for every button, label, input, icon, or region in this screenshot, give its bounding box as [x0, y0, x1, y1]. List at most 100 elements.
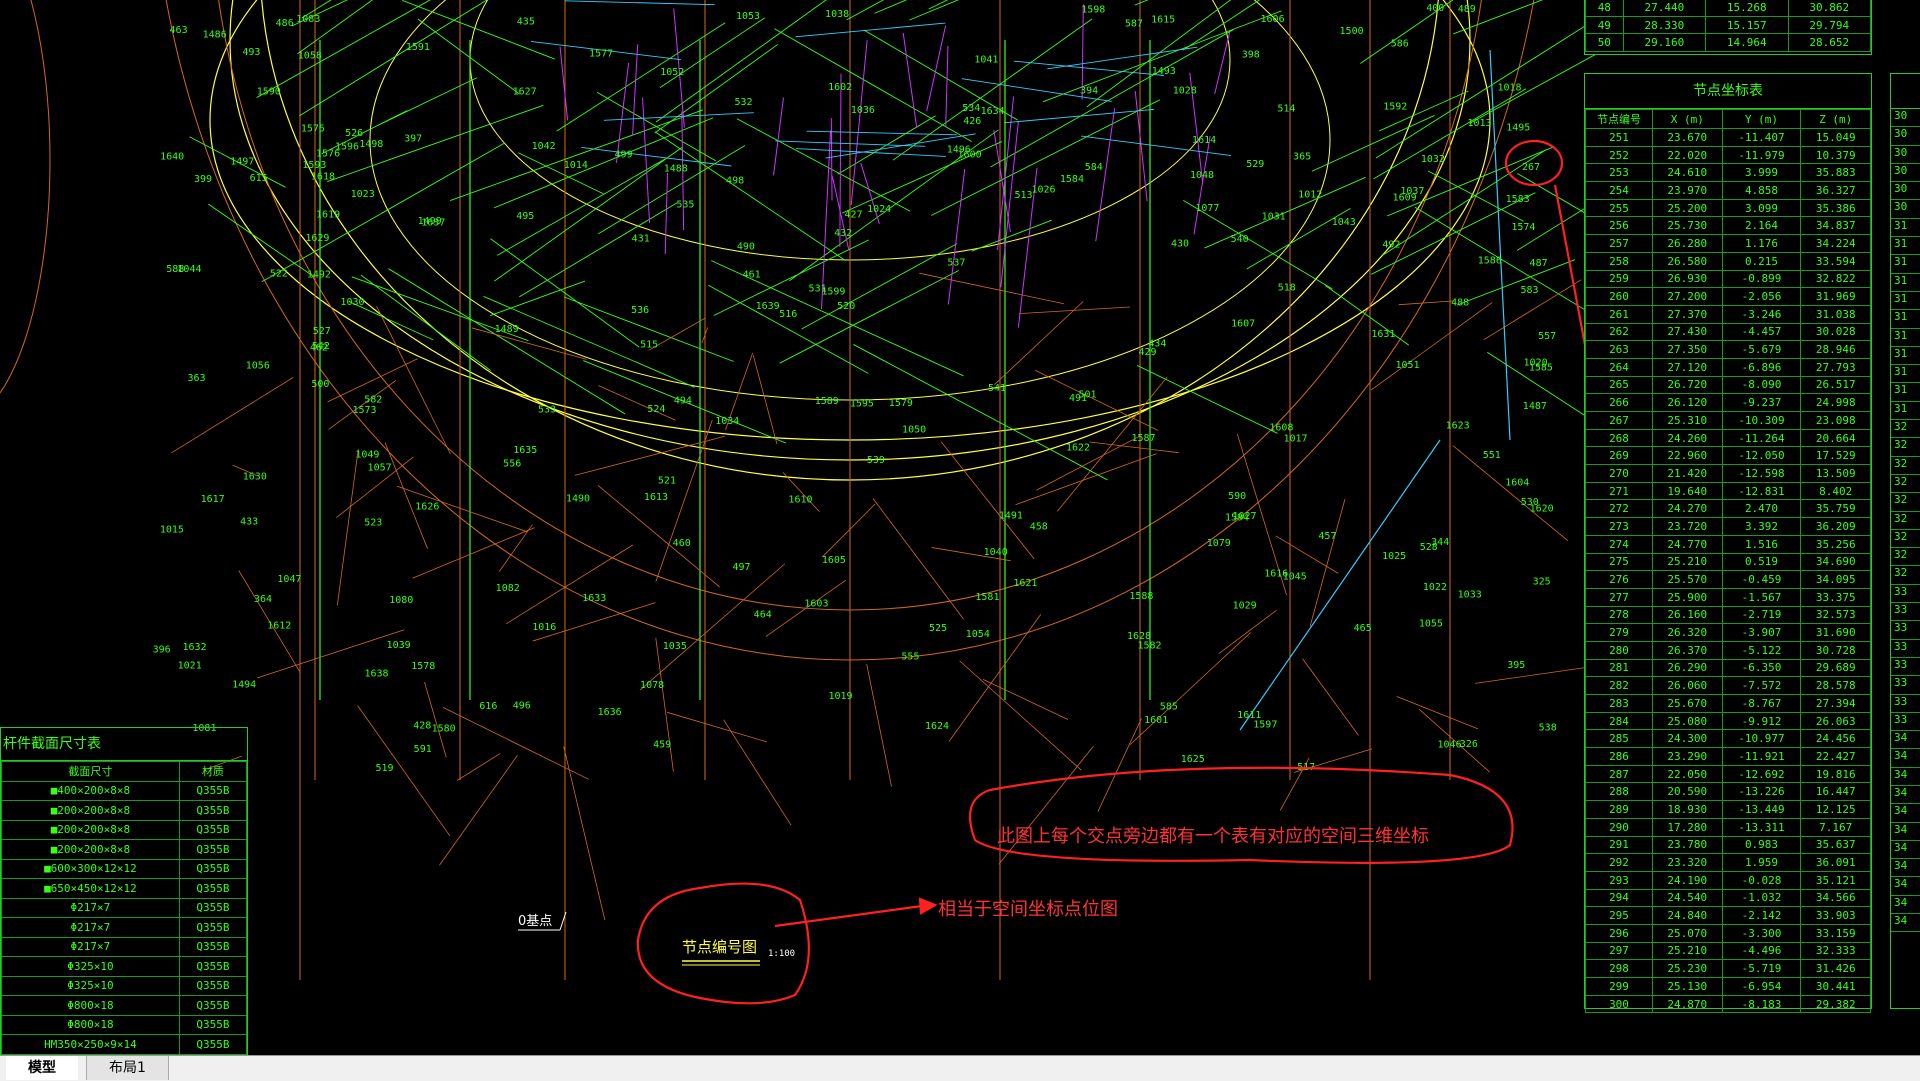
section-row: ■200×200×8×8 Q355B	[1, 800, 247, 821]
node-label: 514	[1277, 104, 1295, 115]
node-label: 615	[250, 173, 268, 184]
table-cell: 30	[1891, 127, 1920, 146]
table-cell: 34	[1891, 841, 1920, 860]
node-label: 1049	[355, 450, 379, 461]
column-header: Z (m)	[1800, 109, 1871, 129]
tab-layout-1[interactable]: 布局1	[86, 1056, 169, 1080]
node-label: 488	[1451, 298, 1469, 309]
table-cell: 27.370	[1652, 304, 1723, 324]
node-label: 1582	[1138, 641, 1162, 652]
origin-label: 0基点	[518, 914, 552, 929]
node-row: 298 25.230 -5.719 31.426	[1584, 959, 1871, 978]
table-cell: 27.430	[1652, 322, 1723, 342]
table-cell: Q355B	[178, 839, 247, 860]
column-header: 截面尺寸	[1, 761, 180, 782]
node-row: 287 22.050 -12.692 19.816	[1584, 764, 1871, 784]
table-cell: 34.566	[1800, 888, 1871, 908]
table-cell: 33	[1891, 640, 1920, 658]
node-row: 255 25.200 3.099 35.386	[1584, 198, 1871, 218]
table-cell: -10.309	[1721, 411, 1802, 430]
table-cell: 23.720	[1652, 517, 1723, 536]
table-cell: 31	[1891, 347, 1920, 366]
table-cell: 279	[1584, 623, 1654, 642]
node-label: 532	[734, 97, 752, 108]
node-label: 1579	[889, 398, 913, 409]
table-cell: 25.670	[1652, 694, 1723, 713]
table-cell: 34.095	[1800, 570, 1871, 589]
node-label: 591	[414, 744, 432, 755]
table-cell: Q355B	[178, 995, 247, 1016]
table-cell: 33	[1891, 658, 1920, 677]
table-cell: 32	[1891, 512, 1920, 530]
node-row: 267 25.310 -10.309 23.098	[1584, 411, 1871, 430]
node-row: 292 23.320 1.959 36.091	[1584, 853, 1871, 872]
node-label: 1083	[296, 14, 320, 25]
node-label: 1488	[664, 163, 688, 174]
node-label: 1581	[975, 592, 999, 603]
table-cell: Q355B	[178, 858, 247, 879]
node-row: 299 25.130 -6.954 30.441	[1584, 977, 1871, 996]
table-cell: 36.327	[1800, 181, 1871, 200]
section-row: Φ800×18 Q355B	[1, 995, 247, 1016]
table-cell: 258	[1584, 251, 1654, 271]
table-cell: -12.598	[1721, 464, 1802, 483]
node-label: 616	[479, 701, 497, 712]
table-cell: 286	[1584, 747, 1654, 766]
node-label: 1575	[301, 124, 325, 135]
node-row: 261 27.370 -3.246 31.038	[1584, 304, 1871, 324]
node-label: 426	[963, 116, 981, 127]
node-label: 1051	[1395, 360, 1419, 371]
node-table-title: 节点坐标表	[1585, 74, 1871, 109]
table-cell: -9.912	[1721, 711, 1802, 731]
node-label: 518	[1278, 283, 1296, 294]
tab-model[interactable]: 模型	[6, 1056, 78, 1080]
node-label: 537	[947, 257, 965, 268]
section-table-title: 杆件截面尺寸表	[1, 728, 247, 761]
table-cell: 31	[1891, 329, 1920, 347]
node-row: 300 24.870 -8.183 29.382	[1584, 994, 1871, 1014]
member-line	[417, 18, 520, 95]
node-row: 276 25.570 -0.459 34.095	[1584, 570, 1871, 589]
ring-line	[0, 0, 51, 394]
table-cell: 275	[1584, 552, 1654, 572]
table-cell: Q355B	[178, 1034, 247, 1055]
table-cell: 278	[1584, 605, 1654, 625]
member-line	[940, 441, 1035, 560]
node-label: 542	[312, 341, 330, 352]
table-cell: 31.038	[1800, 304, 1871, 324]
node-label: 521	[658, 475, 676, 486]
node-label: 1587	[1131, 433, 1155, 444]
node-label: 399	[194, 174, 212, 185]
table-cell: 25.200	[1652, 198, 1723, 218]
node-label: 1574	[1511, 222, 1535, 233]
node-label: 1499	[418, 216, 442, 227]
table-cell: 50	[1585, 33, 1624, 53]
table-cell: 25.570	[1652, 570, 1723, 589]
node-label: 1583	[1506, 194, 1530, 205]
table-cell: 26.063	[1800, 711, 1871, 731]
section-row: ■200×200×8×8 Q355B	[1, 839, 247, 860]
node-label: 1038	[825, 9, 849, 20]
member-line	[450, 109, 704, 201]
table-cell: -3.907	[1721, 623, 1802, 642]
node-label: 1490	[566, 494, 590, 505]
member-line	[1095, 108, 1116, 242]
node-row: 282 26.060 -7.572 28.578	[1584, 676, 1871, 695]
node-label: 1041	[974, 54, 998, 65]
note1-ellipse	[968, 766, 1514, 864]
node-row: 258 26.580 0.215 33.594	[1584, 251, 1871, 271]
table-cell: 25.730	[1652, 216, 1723, 236]
table-cell: 25.130	[1652, 977, 1723, 996]
table-cell: 281	[1584, 658, 1654, 678]
node-label: 1634	[981, 106, 1005, 117]
node-label: 1595	[850, 399, 874, 410]
member-line	[947, 168, 966, 305]
member-line	[1239, 439, 1441, 731]
node-label: 1593	[302, 160, 326, 171]
table-cell: 288	[1584, 782, 1654, 802]
node-label: 535	[676, 200, 694, 211]
member-line	[456, 753, 501, 781]
node-label: 528	[1420, 542, 1438, 553]
table-cell: 20.590	[1652, 782, 1723, 802]
member-line	[723, 719, 792, 826]
